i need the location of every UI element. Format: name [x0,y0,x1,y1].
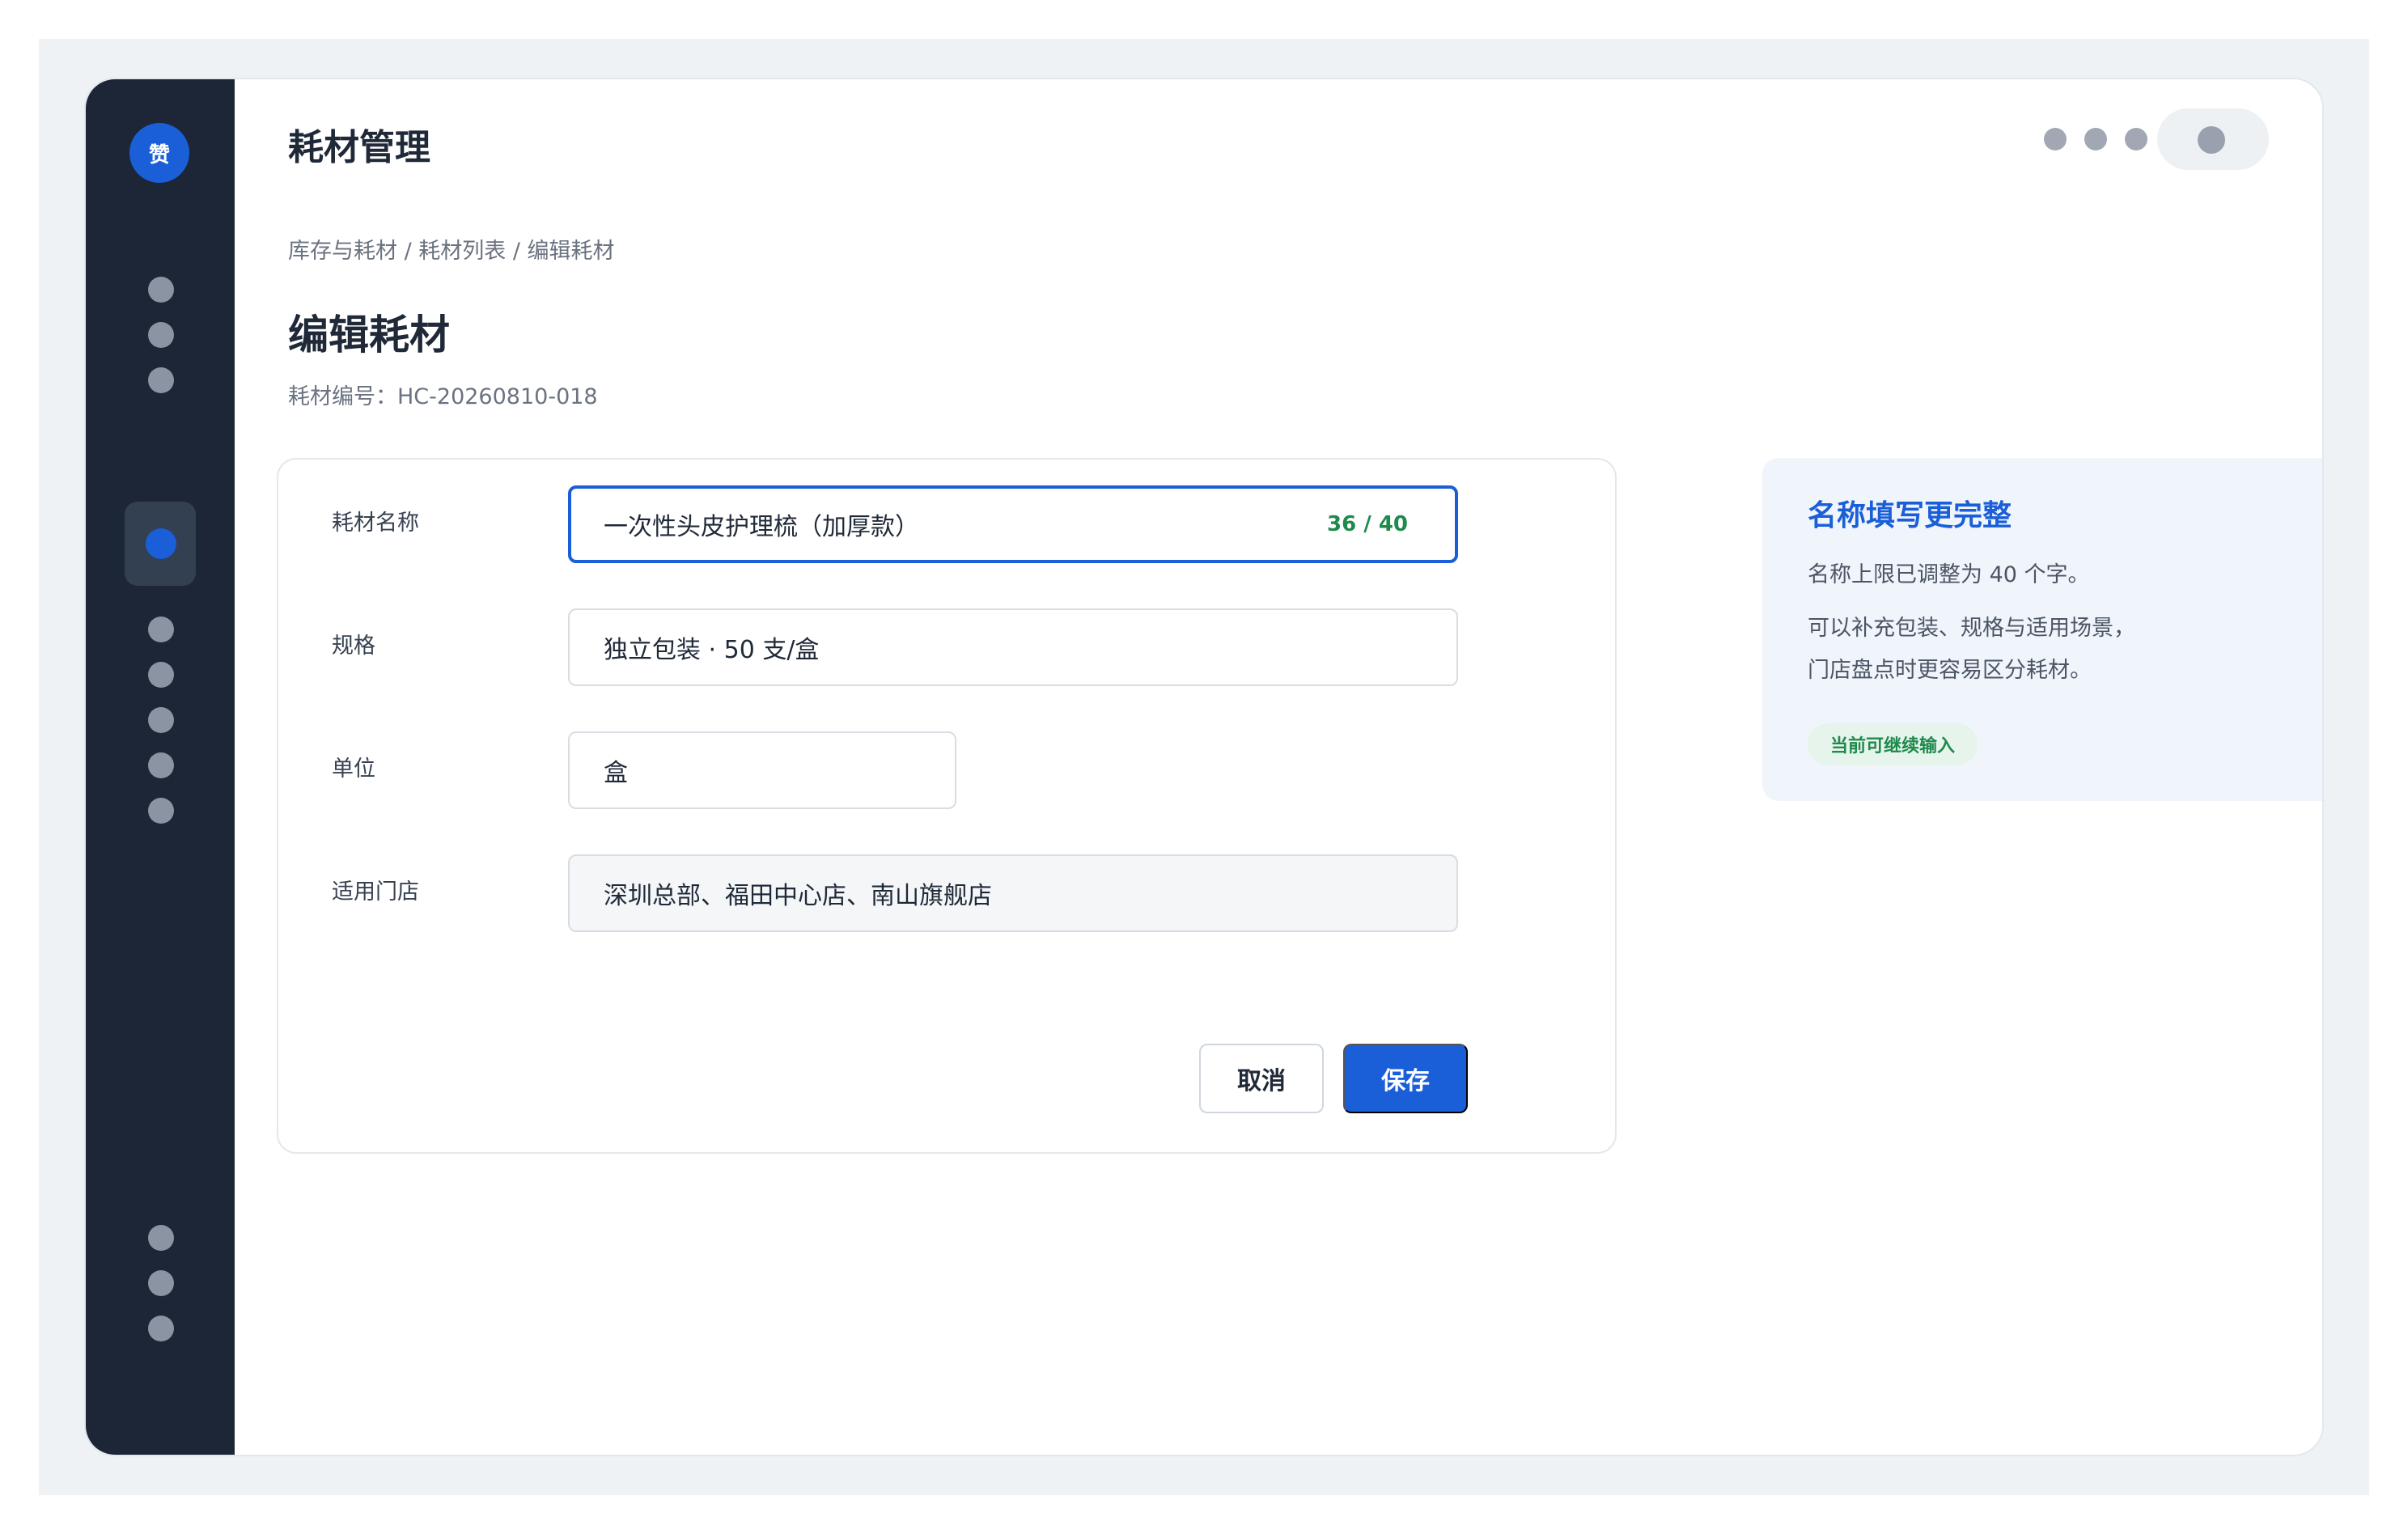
name-char-counter: 36 / 40 [1327,512,1408,536]
sidebar-item-1-icon[interactable] [148,277,174,303]
edit-form-card: 耗材名称 一次性头皮护理梳（加厚款） 36 / 40 规格 独立包装 · 50 … [277,458,1617,1154]
unit-input-value: 盒 [604,759,628,787]
store-label: 适用门店 [332,879,419,905]
sidebar-item-5-icon[interactable] [148,617,174,642]
app-window: 赞 耗材管理 库存与耗材 / 耗材列表 / 编辑耗材 编辑耗材 耗材编号：HC-… [84,78,2324,1456]
spec-label: 规格 [332,634,375,659]
tip-panel: 名称填写更完整 名称上限已调整为 40 个字。 可以补充包装、规格与适用场景， … [1762,458,2322,801]
page-title: 编辑耗材 [288,311,450,358]
item-code: 耗材编号：HC-20260810-018 [288,384,598,409]
unit-input[interactable]: 盒 [568,731,956,809]
sidebar-item-4-icon[interactable] [146,528,176,559]
tip-line-1: 名称上限已调整为 40 个字。 [1808,562,2090,587]
more-dot-3-icon[interactable] [2125,128,2147,150]
sidebar-item-6-icon[interactable] [148,662,174,688]
sidebar: 赞 [86,79,235,1455]
cancel-button[interactable]: 取消 [1199,1044,1324,1113]
main-content: 耗材管理 库存与耗材 / 耗材列表 / 编辑耗材 编辑耗材 耗材编号：HC-20… [235,79,2322,1455]
name-input[interactable]: 一次性头皮护理梳（加厚款） 36 / 40 [568,485,1458,563]
store-field[interactable]: 深圳总部、福田中心店、南山旗舰店 [568,854,1458,932]
more-dot-2-icon[interactable] [2084,128,2107,150]
tip-line-3: 门店盘点时更容易区分耗材。 [1808,658,2092,683]
tip-title: 名称填写更完整 [1808,499,2012,532]
app-logo[interactable]: 赞 [129,123,189,183]
tip-line-2: 可以补充包装、规格与适用场景， [1808,616,2135,641]
name-input-value: 一次性头皮护理梳（加厚款） [604,513,919,541]
app-title: 耗材管理 [288,127,430,168]
spec-input[interactable]: 独立包装 · 50 支/盒 [568,608,1458,686]
avatar-icon [2198,126,2225,154]
sidebar-item-3-icon[interactable] [148,367,174,393]
name-label: 耗材名称 [332,511,419,536]
sidebar-bottom-item-2-icon[interactable] [148,1270,174,1296]
sidebar-item-8-icon[interactable] [148,752,174,778]
more-dot-1-icon[interactable] [2044,128,2067,150]
sidebar-item-7-icon[interactable] [148,707,174,733]
input-status-badge: 当前可继续输入 [1808,723,1978,765]
breadcrumb[interactable]: 库存与耗材 / 耗材列表 / 编辑耗材 [288,233,615,265]
sidebar-bottom-item-1-icon[interactable] [148,1225,174,1251]
save-button[interactable]: 保存 [1343,1044,1468,1113]
user-menu-button[interactable] [2157,108,2269,170]
sidebar-item-2-icon[interactable] [148,322,174,348]
unit-label: 单位 [332,756,375,782]
spec-input-value: 独立包装 · 50 支/盒 [604,636,820,664]
store-field-value: 深圳总部、福田中心店、南山旗舰店 [604,882,992,910]
sidebar-item-9-icon[interactable] [148,798,174,824]
sidebar-bottom-item-3-icon[interactable] [148,1316,174,1341]
